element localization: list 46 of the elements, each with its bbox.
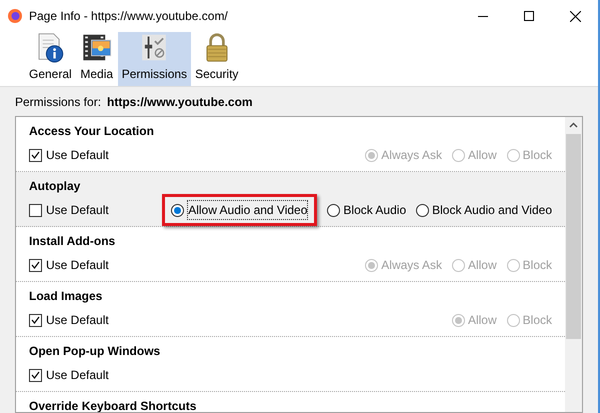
tab[interactable]: General [25,32,76,86]
radio-button[interactable] [327,204,340,216]
scrollbar[interactable] [565,117,582,412]
check-icon [31,371,40,379]
permission-title: Access Your Location [29,123,155,139]
radio-label: Block [522,312,552,329]
window-title: Page Info - https://www.youtube.com/ [29,8,228,25]
maximize-icon [524,11,534,21]
radio-label: Always Ask [381,257,442,274]
checkbox-label: Use Default [46,202,109,219]
site-address: https://www.youtube.com [107,94,253,110]
permissions-for-label: Permissions for: [15,94,102,110]
permission-title: Open Pop-up Windows [29,343,162,359]
checkbox[interactable] [29,148,42,162]
permission-title: Load Images [29,288,104,304]
checkbox[interactable] [29,204,42,216]
radio-label: Block Audio and Video [432,202,552,219]
scrollbar-thumb[interactable] [566,134,581,339]
check-icon [31,151,40,159]
scroll-up-icon [569,122,578,128]
checkbox[interactable] [29,368,42,382]
radio-label: Block [522,147,552,164]
checkbox-label: Use Default [46,367,109,384]
radio-button[interactable] [416,204,430,216]
permission-title: Autoplay [29,178,82,194]
radio-button[interactable] [171,204,184,216]
radio-label: Allow [468,147,497,164]
checkbox[interactable] [29,314,42,326]
tab[interactable]: Permissions [118,32,192,86]
tab[interactable]: Security [191,32,242,86]
tab[interactable]: Media [76,32,118,86]
checkbox-label: Use Default [46,147,109,164]
fox-globe-icon [7,8,23,24]
radio-label: Allow [468,312,497,329]
radio-label: Block [522,257,552,274]
checkbox-label: Use Default [46,257,109,274]
radio-label: Allow Audio and Video [187,200,308,220]
checkbox-label: Use Default [46,312,109,329]
radio-label: Block Audio [343,202,406,219]
checkbox[interactable] [29,258,42,272]
check-icon [31,261,40,269]
check-icon [31,316,40,324]
radio-label: Allow [468,257,497,274]
permission-title: Install Add-ons [29,233,116,249]
close-icon [570,10,580,22]
radio-label: Always Ask [381,147,442,164]
